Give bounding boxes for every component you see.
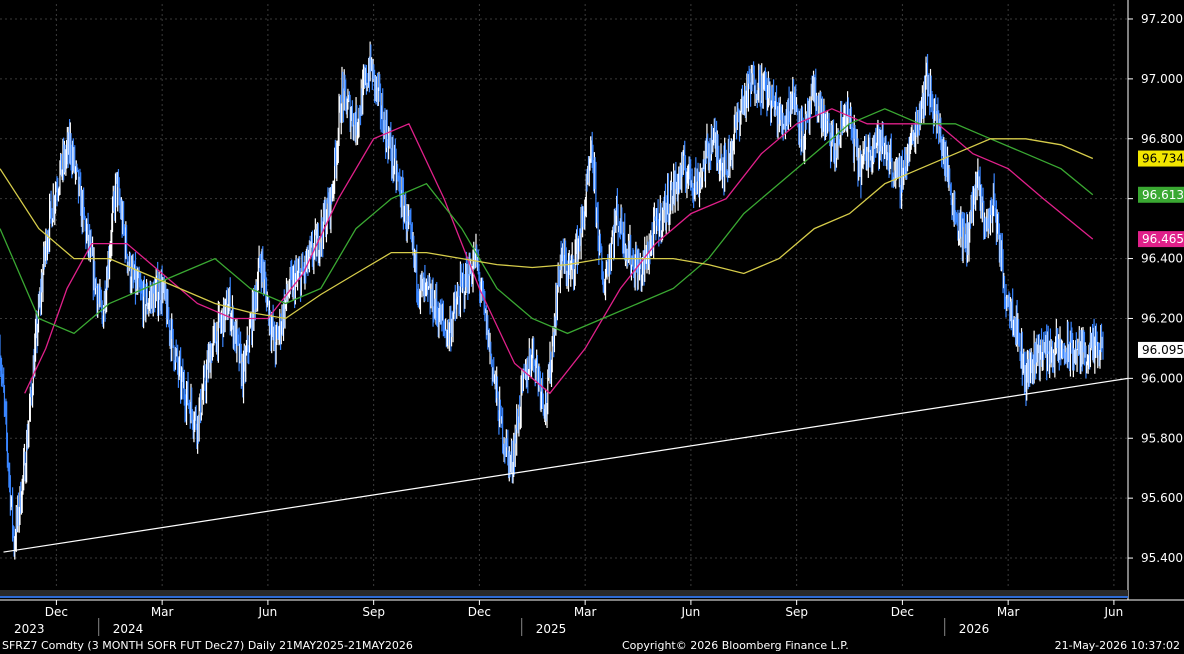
x-month-label: Sep: [785, 605, 808, 619]
y-tick-label: 97.000: [1141, 72, 1183, 86]
y-tick-label: 95.600: [1141, 491, 1183, 505]
y-tick-label: 95.800: [1141, 431, 1183, 445]
security-description: SFRZ7 Comdty (3 MONTH SOFR FUT Dec27) Da…: [2, 639, 413, 652]
footer: SFRZ7 Comdty (3 MONTH SOFR FUT Dec27) Da…: [0, 638, 1184, 654]
copyright-text: Copyright© 2026 Bloomberg Finance L.P.: [622, 639, 849, 652]
x-month-label: Mar: [574, 605, 597, 619]
x-month-label: Jun: [681, 605, 701, 619]
last-value-label: 96.734: [1142, 152, 1184, 166]
x-year-label: 2023: [14, 622, 45, 636]
y-tick-label: 97.200: [1141, 12, 1183, 26]
x-year-label: 2026: [959, 622, 990, 636]
y-tick-label: 96.400: [1141, 252, 1183, 266]
price-chart: 97.20097.00096.80096.60096.40096.20096.0…: [0, 0, 1184, 654]
y-tick-label: 96.000: [1141, 371, 1183, 385]
y-tick-label: 96.200: [1141, 311, 1183, 325]
x-month-label: Dec: [468, 605, 491, 619]
y-tick-label: 96.800: [1141, 132, 1183, 146]
last-value-label: 96.095: [1142, 343, 1184, 357]
chart-background: [0, 0, 1184, 654]
x-month-label: Mar: [997, 605, 1020, 619]
volume-strip: [0, 590, 1128, 596]
x-month-label: Sep: [362, 605, 385, 619]
x-month-label: Dec: [891, 605, 914, 619]
last-value-label: 96.465: [1142, 232, 1184, 246]
last-value-label: 96.613: [1142, 188, 1184, 202]
x-month-label: Mar: [151, 605, 174, 619]
x-month-label: Jun: [1104, 605, 1124, 619]
x-year-label: 2024: [113, 622, 144, 636]
y-tick-label: 95.400: [1141, 551, 1183, 565]
x-month-label: Dec: [45, 605, 68, 619]
x-month-label: Jun: [258, 605, 278, 619]
x-year-label: 2025: [536, 622, 567, 636]
timestamp: 21-May-2026 10:37:02: [1054, 639, 1180, 652]
